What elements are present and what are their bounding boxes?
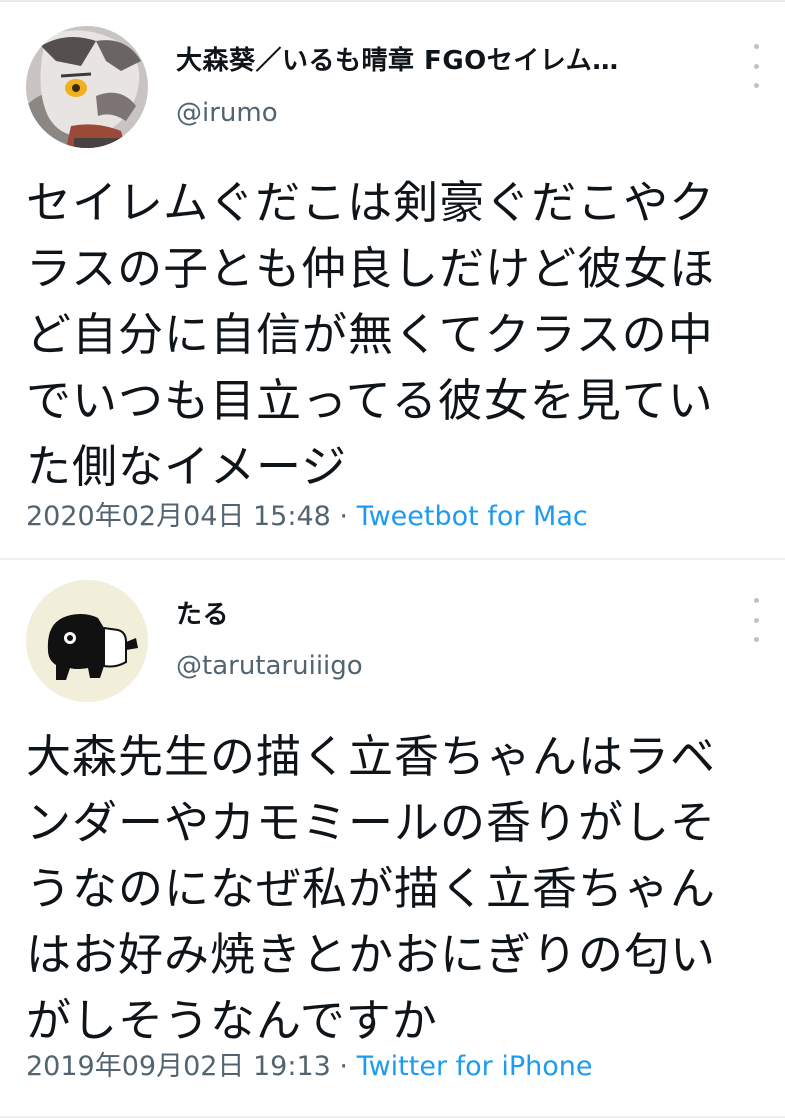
tweet-text-line: うなのになぜ私が描く立香ちゃん bbox=[26, 862, 717, 915]
display-name[interactable]: 大森葵／いるも晴章 FGOセイレム… bbox=[176, 40, 736, 77]
source-link[interactable]: Twitter for iPhone bbox=[357, 1051, 593, 1082]
more-dot bbox=[753, 598, 759, 603]
tweet-text-line: セイレムぐだこは剣豪ぐだこやク bbox=[26, 176, 716, 229]
tweet-text-line: はお好み焼きとかおにぎりの匂い bbox=[26, 928, 717, 981]
meta-separator: · bbox=[330, 1051, 357, 1082]
more-options-button[interactable] bbox=[744, 44, 768, 88]
more-dot bbox=[753, 617, 759, 623]
tweet-card[interactable]: たる @tarutaruiiigo 大森先生の描く立香ちゃんはラベ ンダーやカモ… bbox=[0, 560, 785, 1118]
more-dot bbox=[753, 44, 759, 49]
more-dot bbox=[753, 63, 759, 69]
tweet-text: セイレムぐだこは剣豪ぐだこやク ラスの子とも仲良しだけど彼女ほ ど自分に自信が無… bbox=[26, 170, 766, 500]
timestamp[interactable]: 2019年09月02日 19:13 bbox=[26, 1051, 331, 1082]
tweet-text-line: でいつも目立ってる彼女を見てい bbox=[26, 374, 714, 427]
tweet-meta: 2019年09月02日 19:13 · Twitter for iPhone bbox=[26, 1044, 593, 1083]
tweet-text: 大森先生の描く立香ちゃんはラベ ンダーやカモミールの香りがしそ うなのになぜ私が… bbox=[26, 724, 766, 1054]
character-portrait-icon bbox=[26, 26, 148, 148]
tweet-text-line: ど自分に自信が無くてクラスの中 bbox=[26, 308, 714, 361]
user-handle[interactable]: @irumo bbox=[176, 98, 278, 128]
more-dot bbox=[753, 83, 759, 88]
timestamp[interactable]: 2020年02月04日 15:48 bbox=[26, 501, 331, 532]
avatar[interactable] bbox=[26, 580, 148, 702]
tweet-text-line: た側なイメージ bbox=[26, 440, 348, 493]
tapir-icon bbox=[26, 580, 148, 702]
avatar[interactable] bbox=[26, 26, 148, 148]
user-handle[interactable]: @tarutaruiiigo bbox=[176, 651, 363, 681]
tweet-text-line: ンダーやカモミールの香りがしそ bbox=[26, 796, 717, 849]
more-dot bbox=[753, 637, 759, 642]
tweet-meta: 2020年02月04日 15:48 · Tweetbot for Mac bbox=[26, 494, 588, 533]
tweet-card[interactable]: 大森葵／いるも晴章 FGOセイレム… @irumo セイレムぐだこは剣豪ぐだこや… bbox=[0, 0, 785, 560]
display-name[interactable]: たる bbox=[176, 594, 736, 631]
tweet-text-line: ラスの子とも仲良しだけど彼女ほ bbox=[26, 242, 716, 295]
source-link[interactable]: Tweetbot for Mac bbox=[357, 501, 588, 532]
tweet-text-line: 大森先生の描く立香ちゃんはラベ bbox=[26, 730, 717, 783]
more-options-button[interactable] bbox=[744, 598, 768, 642]
meta-separator: · bbox=[330, 501, 357, 532]
